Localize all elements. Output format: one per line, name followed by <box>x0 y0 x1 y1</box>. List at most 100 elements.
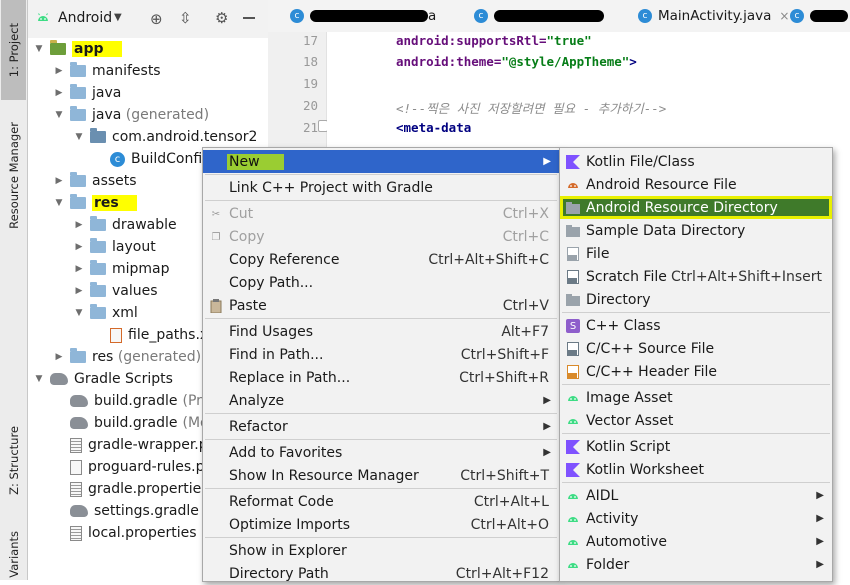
menu-item-c-c-header-file[interactable]: C/C++ Header File <box>560 360 832 383</box>
tree-item-xml[interactable]: ▼ xml <box>74 302 138 324</box>
chevron-right-icon[interactable]: ▶ <box>54 352 64 362</box>
chevron-down-icon[interactable]: ▼ <box>34 44 44 54</box>
menu-item-directory[interactable]: Directory <box>560 288 832 311</box>
menu-item-vector-asset[interactable]: Vector Asset <box>560 409 832 432</box>
menu-item-image-asset[interactable]: Image Asset <box>560 386 832 409</box>
menu-item-refactor[interactable]: Refactor ▶ <box>203 415 559 438</box>
menu-item-automotive[interactable]: Automotive ▶ <box>560 530 832 553</box>
menu-item-kotlin-file-class[interactable]: Kotlin File/Class <box>560 150 832 173</box>
tree-item-layout[interactable]: ▶ layout <box>74 236 156 258</box>
close-icon[interactable]: × <box>779 9 789 23</box>
menu-item-label: Kotlin Worksheet <box>586 461 704 478</box>
menu-item-add-to-favorites[interactable]: Add to Favorites ▶ <box>203 441 559 464</box>
menu-item-reformat-code[interactable]: Reformat Code Ctrl+Alt+L <box>203 490 559 513</box>
tree-item-drawable[interactable]: ▶ drawable <box>74 214 177 236</box>
menu-item-new[interactable]: New ▶ <box>203 150 559 173</box>
chevron-down-icon[interactable]: ▼ <box>74 308 84 318</box>
tree-item-java-generated[interactable]: ▼ java (generated) <box>54 104 209 126</box>
tree-item-local-properties[interactable]: local.properties(SD <box>54 522 227 544</box>
tree-item-gradle-scripts[interactable]: ▼ Gradle Scripts <box>34 368 173 390</box>
menu-item-optimize-imports[interactable]: Optimize Imports Ctrl+Alt+O <box>203 513 559 536</box>
menu-item-android-resource-directory[interactable]: Android Resource Directory <box>560 196 832 219</box>
menu-item-file[interactable]: File <box>560 242 832 265</box>
code-line-18: android:theme="@style/AppTheme"> <box>396 54 637 69</box>
chevron-right-icon[interactable]: ▶ <box>54 88 64 98</box>
tool-tab-project[interactable]: 1: Project <box>1 0 26 100</box>
folder-icon <box>566 201 580 215</box>
tree-item-buildconfig[interactable]: c BuildConfig <box>94 148 211 170</box>
code-line-21: <meta-data <box>396 120 472 135</box>
chevron-right-icon[interactable]: ▶ <box>54 176 64 186</box>
menu-item-scratch-file[interactable]: Scratch File Ctrl+Alt+Shift+Insert <box>560 265 832 288</box>
hide-panel-icon[interactable] <box>243 17 255 19</box>
line-number: 17 <box>302 33 318 48</box>
menu-item-copy-reference[interactable]: Copy Reference Ctrl+Alt+Shift+C <box>203 248 559 271</box>
chevron-down-icon[interactable]: ▼ <box>34 374 44 384</box>
editor-tab-2[interactable]: c <box>474 0 604 32</box>
chevron-down-icon[interactable]: ▼ <box>54 198 64 208</box>
menu-item-sample-data-directory[interactable]: Sample Data Directory <box>560 219 832 242</box>
chevron-right-icon[interactable]: ▶ <box>54 66 64 76</box>
tool-tab-structure[interactable]: Z: Structure <box>1 420 26 500</box>
menu-item-shortcut: Ctrl+Shift+T <box>460 467 549 484</box>
menu-item-aidl[interactable]: AIDL ▶ <box>560 484 832 507</box>
tree-item-assets[interactable]: ▶ assets <box>54 170 137 192</box>
folder-icon <box>70 194 86 209</box>
menu-item-android-resource-file[interactable]: Android Resource File <box>560 173 832 196</box>
menu-item-paste[interactable]: Paste Ctrl+V <box>203 294 559 317</box>
gear-icon[interactable]: ⚙ <box>215 9 228 27</box>
locate-crosshair-icon[interactable]: ⊕ <box>150 10 163 28</box>
tool-tab-variants[interactable]: Variants <box>1 528 26 580</box>
chevron-down-icon[interactable]: ▼ <box>114 12 122 23</box>
menu-item-c-c-source-file[interactable]: C/C++ Source File <box>560 337 832 360</box>
menu-item-c-class[interactable]: S C++ Class <box>560 314 832 337</box>
tree-item-label: assets <box>92 173 137 189</box>
tree-item-gradle-wrapper-pro[interactable]: gradle-wrapper.pro <box>54 434 222 456</box>
menu-item-activity[interactable]: Activity ▶ <box>560 507 832 530</box>
tree-item-com-android-tensor2[interactable]: ▼ com.android.tensor2 <box>74 126 257 148</box>
menu-item-link-c-project-with-gradle[interactable]: Link C++ Project with Gradle <box>203 176 559 199</box>
menu-item-show-in-explorer[interactable]: Show in Explorer <box>203 539 559 562</box>
menu-item-find-usages[interactable]: Find Usages Alt+F7 <box>203 320 559 343</box>
menu-item-folder[interactable]: Folder ▶ <box>560 553 832 576</box>
tree-item-values[interactable]: ▶ values <box>74 280 158 302</box>
tree-item-label: BuildConfig <box>131 151 212 167</box>
tree-item-mipmap[interactable]: ▶ mipmap <box>74 258 170 280</box>
menu-item-directory-path[interactable]: Directory Path Ctrl+Alt+F12 <box>203 562 559 585</box>
chevron-down-icon[interactable]: ▼ <box>54 110 64 120</box>
tree-item-manifests[interactable]: ▶ manifests <box>54 60 161 82</box>
menu-item-show-in-resource-manager[interactable]: Show In Resource Manager Ctrl+Shift+T <box>203 464 559 487</box>
project-view-selector[interactable]: Android <box>58 10 112 26</box>
chevron-down-icon[interactable]: ▼ <box>74 132 84 142</box>
menu-item-copy-path[interactable]: Copy Path... <box>203 271 559 294</box>
editor-tab-1[interactable]: c a <box>290 0 436 32</box>
chevron-right-icon[interactable]: ▶ <box>74 286 84 296</box>
menu-item-find-in-path[interactable]: Find in Path... Ctrl+Shift+F <box>203 343 559 366</box>
tree-item-label: mipmap <box>112 261 170 277</box>
editor-tab-main-activity[interactable]: c MainActivity.java × <box>638 0 789 32</box>
menu-item-label: Reformat Code <box>229 493 334 510</box>
chevron-right-icon[interactable]: ▶ <box>74 242 84 252</box>
tree-item-java[interactable]: ▶ java <box>54 82 121 104</box>
tool-tab-resource-manager-label: Resource Manager <box>6 121 21 229</box>
tree-item-app[interactable]: ▼ app <box>34 38 122 60</box>
chevron-right-icon[interactable]: ▶ <box>74 264 84 274</box>
menu-separator <box>205 200 557 201</box>
copy-icon: ❐ <box>211 231 221 243</box>
properties-file-icon <box>70 437 82 453</box>
menu-item-kotlin-worksheet[interactable]: Kotlin Worksheet <box>560 458 832 481</box>
tree-item-res-generated[interactable]: ▶ res (generated) <box>54 346 201 368</box>
menu-item-label: Replace in Path... <box>229 369 351 386</box>
tool-tab-resource-manager[interactable]: Resource Manager <box>1 110 26 240</box>
menu-item-replace-in-path[interactable]: Replace in Path... Ctrl+Shift+R <box>203 366 559 389</box>
menu-item-label: New <box>227 153 284 170</box>
editor-tab-4[interactable]: c <box>790 0 848 32</box>
chevron-right-icon[interactable]: ▶ <box>74 220 84 230</box>
collapse-all-icon[interactable]: ⇳ <box>179 9 192 27</box>
tree-item-res[interactable]: ▼ res <box>54 192 137 214</box>
tree-item-proguard-rules-pro[interactable]: proguard-rules.pro <box>54 456 218 478</box>
menu-separator <box>205 413 557 414</box>
menu-item-kotlin-script[interactable]: Kotlin Script <box>560 435 832 458</box>
menu-item-analyze[interactable]: Analyze ▶ <box>203 389 559 412</box>
tree-item-build-gradle[interactable]: build.gradle(Modu <box>54 412 226 434</box>
